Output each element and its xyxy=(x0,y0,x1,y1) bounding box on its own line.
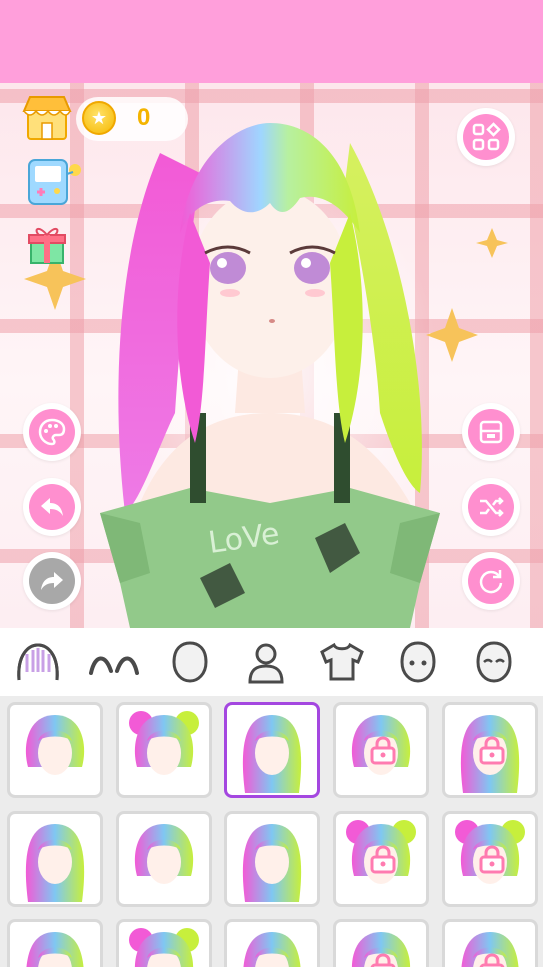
hair-option[interactable] xyxy=(224,919,320,967)
lock-icon xyxy=(478,952,506,967)
reset-button[interactable] xyxy=(462,552,520,610)
tab-head[interactable] xyxy=(393,638,443,686)
lock-icon xyxy=(369,844,397,878)
shuffle-button[interactable] xyxy=(462,478,520,536)
hair-option[interactable] xyxy=(442,702,538,798)
tab-hair[interactable] xyxy=(13,638,63,686)
hair-option[interactable] xyxy=(7,811,103,907)
shirt-icon xyxy=(320,642,364,681)
undo-icon xyxy=(29,484,75,530)
game-console-icon[interactable] xyxy=(27,158,83,208)
tab-expression[interactable] xyxy=(469,638,519,686)
tab-body[interactable] xyxy=(241,638,291,686)
tab-eyebrows[interactable] xyxy=(89,638,139,686)
hair-option[interactable] xyxy=(116,702,212,798)
hair-option[interactable] xyxy=(116,811,212,907)
reset-icon xyxy=(468,558,514,604)
palette-button[interactable] xyxy=(23,403,81,461)
coin-count: 0 xyxy=(137,104,151,131)
hair-option[interactable] xyxy=(224,811,320,907)
lock-icon xyxy=(478,735,506,769)
hair-option[interactable] xyxy=(442,919,538,967)
hair-option[interactable] xyxy=(333,702,429,798)
palette-icon xyxy=(29,409,75,455)
hair-option[interactable] xyxy=(333,811,429,907)
save-icon xyxy=(468,409,514,455)
shuffle-icon xyxy=(468,484,514,530)
shop-icon[interactable] xyxy=(22,91,72,143)
hair-icon xyxy=(17,643,59,681)
lock-icon xyxy=(369,735,397,769)
hair-options-grid xyxy=(0,696,543,967)
body-icon xyxy=(248,643,284,684)
menu-grid-button[interactable] xyxy=(457,108,515,166)
coin-icon: ★ xyxy=(82,101,116,135)
tab-face[interactable] xyxy=(165,638,215,686)
top-bar xyxy=(0,0,543,83)
hair-option[interactable] xyxy=(116,919,212,967)
hair-option[interactable] xyxy=(7,702,103,798)
hair-option[interactable] xyxy=(7,919,103,967)
hair-option[interactable] xyxy=(333,919,429,967)
undo-button[interactable] xyxy=(23,478,81,536)
hair-option[interactable] xyxy=(224,702,320,798)
character-stage: LoVe ★ 0 xyxy=(0,83,543,628)
redo-button[interactable] xyxy=(23,552,81,610)
tab-clothes[interactable] xyxy=(317,638,367,686)
redo-icon xyxy=(29,558,75,604)
lock-icon xyxy=(478,844,506,878)
eyebrows-icon xyxy=(89,656,139,675)
category-tabs xyxy=(0,628,543,696)
lock-icon xyxy=(369,952,397,967)
menu-grid-icon xyxy=(463,114,509,160)
save-button[interactable] xyxy=(462,403,520,461)
face-icon xyxy=(172,641,208,683)
expression-icon xyxy=(476,641,512,683)
head-icon xyxy=(400,641,436,683)
hair-option[interactable] xyxy=(442,811,538,907)
gift-icon[interactable] xyxy=(27,223,67,265)
